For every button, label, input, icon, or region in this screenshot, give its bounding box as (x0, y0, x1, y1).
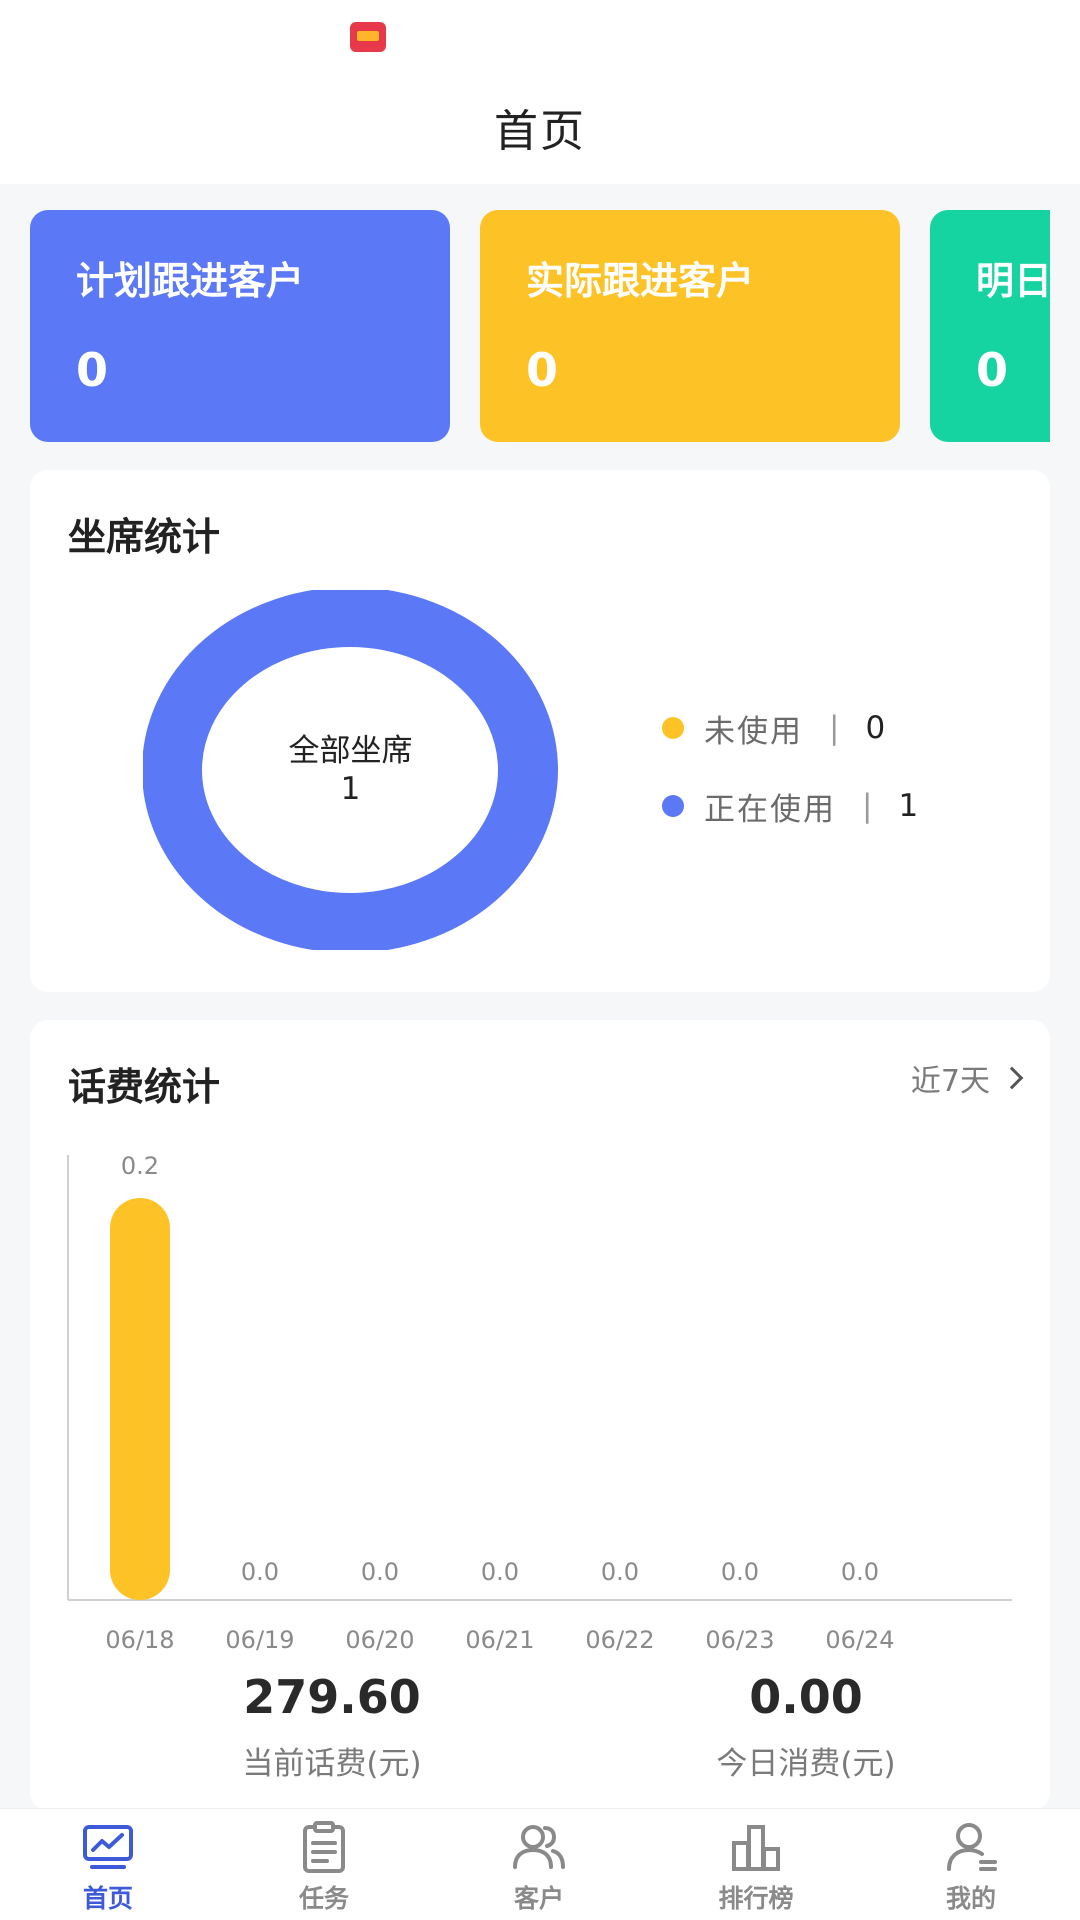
legend-name: 未使用 (704, 713, 803, 750)
tab-label: 排行榜 (718, 1884, 794, 1913)
legend-name: 正在使用 (704, 791, 836, 828)
ranking-icon (732, 1825, 780, 1871)
card-label: 计划跟进客户 (76, 259, 305, 303)
seat-stats-title: 坐席统计 (68, 515, 221, 559)
user-icon (947, 1823, 997, 1871)
date-range-label: 近7天 (910, 1064, 990, 1099)
x-tick-label: 06/19 (225, 1626, 294, 1654)
data-label: 0.2 (121, 1152, 159, 1180)
seat-donut-chart: 全部坐席 1 (142, 587, 558, 953)
actual-followup-card[interactable]: 实际跟进客户 0 (480, 210, 900, 442)
legend-dot (662, 795, 684, 817)
current-balance-value: 279.60 (243, 1670, 421, 1724)
card-value: 0 (526, 343, 559, 397)
today-spend-value: 0.00 (749, 1670, 863, 1724)
card-value: 0 (976, 343, 1009, 397)
tab-ranking[interactable]: 排行榜 (681, 1819, 831, 1919)
donut-center-label: 全部坐席 (288, 733, 413, 769)
data-label: 0.0 (361, 1558, 399, 1586)
current-balance: 279.60 当前话费(元) (132, 1670, 532, 1783)
legend-value: 0 (865, 710, 886, 746)
seat-stats-panel: 坐席统计 全部坐席 1 未使用 | 0 正在使用 | 1 (30, 470, 1050, 992)
x-tick-label: 06/22 (585, 1626, 654, 1654)
tab-mine[interactable]: 我的 (896, 1819, 1046, 1919)
x-tick-label: 06/23 (705, 1626, 774, 1654)
home-chart-icon (83, 1825, 133, 1869)
today-spend-label: 今日消费(元) (716, 1746, 896, 1782)
page-title: 首页 (494, 106, 586, 157)
data-label: 0.0 (841, 1558, 879, 1586)
tomorrow-card[interactable]: 明日 0 (930, 210, 1050, 442)
tab-label: 客户 (513, 1884, 564, 1913)
tab-label: 任务 (298, 1884, 349, 1913)
tab-customer[interactable]: 客户 (464, 1819, 614, 1919)
x-tick-label: 06/21 (465, 1626, 534, 1654)
today-spend: 0.00 今日消费(元) (606, 1670, 1006, 1783)
chevron-right-icon (1000, 1066, 1024, 1090)
nav-bar: 首页 (0, 70, 1080, 184)
planned-followup-card[interactable]: 计划跟进客户 0 (30, 210, 450, 442)
x-tick-label: 06/18 (105, 1626, 174, 1654)
fee-summary: 279.60 当前话费(元) 0.00 今日消费(元) (30, 1670, 1050, 1810)
x-tick-label: 06/24 (825, 1626, 894, 1654)
card-label: 实际跟进客户 (526, 259, 755, 303)
tab-task[interactable]: 任务 (249, 1819, 399, 1919)
donut-center-value: 1 (340, 771, 361, 807)
clipboard-icon (303, 1821, 345, 1873)
legend-item-unused: 未使用 | 0 (662, 708, 918, 750)
current-balance-label: 当前话费(元) (242, 1746, 422, 1782)
legend-value: 1 (898, 788, 919, 824)
tab-label: 首页 (82, 1884, 133, 1913)
tab-home[interactable]: 首页 (33, 1819, 183, 1919)
legend-separator: | (829, 710, 840, 746)
data-label: 0.0 (601, 1558, 639, 1586)
card-value: 0 (76, 343, 109, 397)
data-label: 0.0 (721, 1558, 759, 1586)
legend-dot (662, 717, 684, 739)
donut-center: 全部坐席 1 (143, 590, 558, 950)
legend-item-in-use: 正在使用 | 1 (662, 786, 919, 828)
card-label: 明日 (976, 259, 1050, 303)
fee-stats-panel: 话费统计 近7天 0.2 06/18 0.0 06/19 0.0 06/20 0.0 06/2… (30, 1020, 1050, 1810)
bottom-tab-bar: 首页 任务 客户 排行榜 我的 (0, 1808, 1080, 1920)
seat-legend: 未使用 | 0 正在使用 | 1 (662, 708, 918, 864)
fee-stats-title: 话费统计 (68, 1065, 221, 1109)
data-label: 0.0 (241, 1558, 279, 1586)
bar-06-18 (110, 1198, 170, 1600)
app-notification-icon (350, 22, 386, 52)
tab-label: 我的 (945, 1884, 996, 1913)
status-bar (0, 0, 1080, 70)
date-range-selector[interactable]: 近7天 (910, 1056, 1024, 1100)
x-tick-label: 06/20 (345, 1626, 414, 1654)
legend-separator: | (862, 788, 873, 824)
fee-bar-chart: 0.2 06/18 0.0 06/19 0.0 06/20 0.0 06/21 0.0 06/22… (67, 1152, 1012, 1654)
data-label: 0.0 (481, 1558, 519, 1586)
summary-cards: 计划跟进客户 0 实际跟进客户 0 明日 0 (0, 210, 1050, 442)
users-icon (513, 1825, 565, 1869)
